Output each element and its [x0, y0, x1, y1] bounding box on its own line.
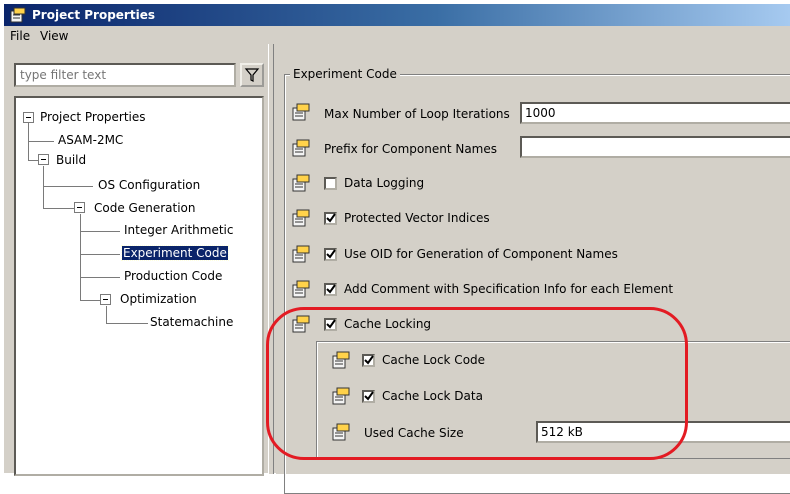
- check-icon: [364, 355, 374, 365]
- cache-locking-checkbox[interactable]: [324, 318, 337, 331]
- collapse-icon[interactable]: [23, 112, 34, 123]
- properties-icon[interactable]: [292, 103, 310, 121]
- properties-icon[interactable]: [292, 280, 310, 298]
- title-bar: Project Properties: [4, 4, 790, 26]
- property-tree[interactable]: Project Properties ASAM-2MC Build OS Con…: [14, 96, 264, 476]
- check-icon: [326, 284, 336, 294]
- cache-lock-code-label: Cache Lock Code: [382, 353, 486, 367]
- properties-icon[interactable]: [292, 139, 310, 157]
- max-loop-input[interactable]: 1000: [520, 102, 790, 124]
- window-title: Project Properties: [32, 8, 155, 22]
- used-cache-input[interactable]: 512 kB: [536, 421, 790, 443]
- properties-icon[interactable]: [292, 315, 310, 333]
- tree-item-code-generation[interactable]: Code Generation: [94, 201, 195, 215]
- cache-locking-label: Cache Locking: [344, 317, 432, 331]
- filter-input[interactable]: [14, 63, 236, 87]
- max-loop-label: Max Number of Loop Iterations: [324, 107, 510, 121]
- data-logging-checkbox[interactable]: [324, 177, 337, 190]
- add-comment-label: Add Comment with Specification Info for …: [344, 282, 674, 296]
- collapse-icon[interactable]: [38, 154, 49, 165]
- tree-item-asam-2mc[interactable]: ASAM-2MC: [58, 133, 123, 147]
- check-icon: [364, 391, 374, 401]
- check-icon: [326, 319, 336, 329]
- properties-panel: Experiment Code Max Number of Loop Itera…: [276, 44, 790, 494]
- protected-vector-checkbox[interactable]: [324, 212, 337, 225]
- tree-item-os-configuration[interactable]: OS Configuration: [98, 178, 200, 192]
- prefix-input[interactable]: [520, 136, 790, 158]
- properties-icon[interactable]: [292, 174, 310, 192]
- tree-item-build[interactable]: Build: [56, 153, 86, 167]
- menu-file[interactable]: File: [8, 29, 32, 43]
- check-icon: [326, 213, 336, 223]
- use-oid-label: Use OID for Generation of Component Name…: [344, 247, 618, 261]
- add-comment-checkbox[interactable]: [324, 283, 337, 296]
- tree-item-statemachine[interactable]: Statemachine: [150, 315, 233, 329]
- tree-item-experiment-code[interactable]: Experiment Code: [121, 245, 229, 261]
- tree-item-integer-arithmetic[interactable]: Integer Arithmetic: [124, 223, 233, 237]
- cache-lock-data-checkbox[interactable]: [362, 390, 375, 403]
- menu-view[interactable]: View: [38, 29, 70, 43]
- properties-icon[interactable]: [332, 387, 350, 405]
- data-logging-label: Data Logging: [344, 176, 425, 190]
- protected-vector-label: Protected Vector Indices: [344, 211, 490, 225]
- filter-icon: [244, 68, 260, 82]
- properties-icon[interactable]: [292, 209, 310, 227]
- tree-item-optimization[interactable]: Optimization: [120, 292, 197, 306]
- cache-lock-code-checkbox[interactable]: [362, 354, 375, 367]
- group-title: Experiment Code: [290, 67, 400, 81]
- use-oid-checkbox[interactable]: [324, 248, 337, 261]
- pane-splitter[interactable]: [268, 44, 274, 474]
- tree-item-production-code[interactable]: Production Code: [124, 269, 222, 283]
- collapse-icon[interactable]: [100, 294, 111, 305]
- properties-icon[interactable]: [332, 351, 350, 369]
- check-icon: [326, 249, 336, 259]
- properties-icon: [10, 7, 26, 23]
- filter-button[interactable]: [240, 63, 264, 87]
- cache-lock-data-label: Cache Lock Data: [382, 389, 483, 403]
- tree-item-project-properties[interactable]: Project Properties: [40, 110, 146, 124]
- prefix-label: Prefix for Component Names: [324, 142, 498, 156]
- properties-icon[interactable]: [332, 423, 350, 441]
- collapse-icon[interactable]: [74, 202, 85, 213]
- used-cache-label: Used Cache Size: [364, 426, 464, 440]
- properties-icon[interactable]: [292, 245, 310, 263]
- menu-bar: File View: [4, 26, 790, 46]
